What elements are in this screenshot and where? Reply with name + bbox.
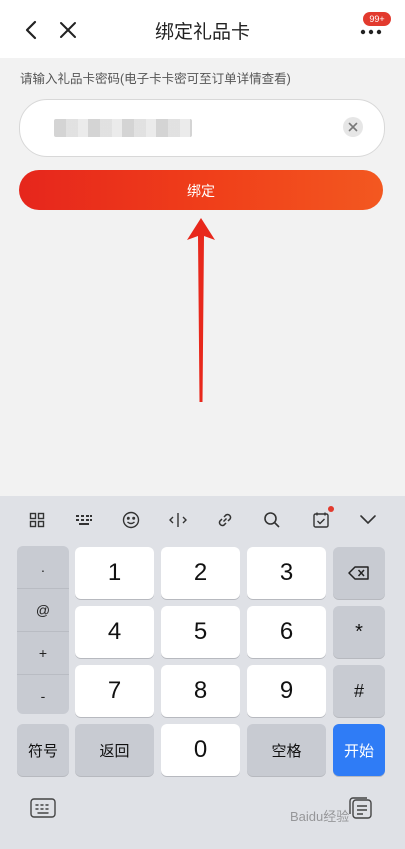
key-2[interactable]: 2 — [161, 547, 240, 599]
key-0[interactable]: 0 — [161, 724, 240, 776]
key-minus[interactable]: - — [17, 675, 69, 714]
close-icon[interactable] — [55, 17, 81, 43]
grid-icon[interactable] — [25, 508, 49, 532]
key-hash[interactable]: # — [333, 665, 385, 717]
key-star[interactable]: * — [333, 606, 385, 658]
search-icon[interactable] — [260, 508, 284, 532]
clipboard-notification-dot — [328, 506, 334, 512]
symbol-column: . @ + - — [17, 546, 69, 714]
key-dot[interactable]: . — [17, 546, 69, 589]
card-password-input[interactable] — [19, 99, 385, 157]
key-at[interactable]: @ — [17, 589, 69, 632]
key-6[interactable]: 6 — [247, 606, 326, 658]
key-7[interactable]: 7 — [75, 665, 154, 717]
keyboard-toolbar — [0, 496, 405, 544]
key-plus[interactable]: + — [17, 632, 69, 675]
emoji-icon[interactable] — [119, 508, 143, 532]
key-5[interactable]: 5 — [161, 606, 240, 658]
key-9[interactable]: 9 — [247, 665, 326, 717]
cursor-icon[interactable] — [166, 508, 190, 532]
masked-password-value — [54, 119, 192, 137]
space-key[interactable]: 空格 — [247, 724, 326, 776]
top-bar: 绑定礼品卡 99+ — [0, 0, 405, 58]
up-arrow-annotation — [187, 218, 215, 402]
link-icon[interactable] — [213, 508, 237, 532]
card-password-label: 请输入礼品卡密码(电子卡卡密可至订单详情查看) — [20, 72, 291, 86]
bind-button[interactable]: 绑定 — [19, 170, 383, 210]
key-1[interactable]: 1 — [75, 547, 154, 599]
back-arrow-icon[interactable] — [18, 17, 44, 43]
backspace-key[interactable] — [333, 547, 385, 599]
backspace-icon — [348, 566, 369, 580]
key-8[interactable]: 8 — [161, 665, 240, 717]
key-4[interactable]: 4 — [75, 606, 154, 658]
clipboard-icon[interactable] — [309, 506, 334, 532]
clear-input-button[interactable] — [343, 117, 363, 137]
key-3[interactable]: 3 — [247, 547, 326, 599]
go-key[interactable]: 开始 — [333, 724, 385, 776]
keyboard-icon[interactable] — [72, 508, 96, 532]
back-key[interactable]: 返回 — [75, 724, 154, 776]
clipboard-history-icon[interactable] — [348, 796, 374, 820]
numeric-keyboard: . @ + - 1 2 3 4 5 6 * 7 8 9 # 符号 返回 0 空格… — [0, 496, 405, 849]
symbols-key[interactable]: 符号 — [17, 724, 69, 776]
notification-badge: 99+ — [363, 12, 391, 26]
collapse-icon[interactable] — [356, 508, 380, 532]
watermark: Baidu经验 — [290, 809, 350, 824]
keyboard-switch-icon[interactable] — [30, 798, 56, 818]
